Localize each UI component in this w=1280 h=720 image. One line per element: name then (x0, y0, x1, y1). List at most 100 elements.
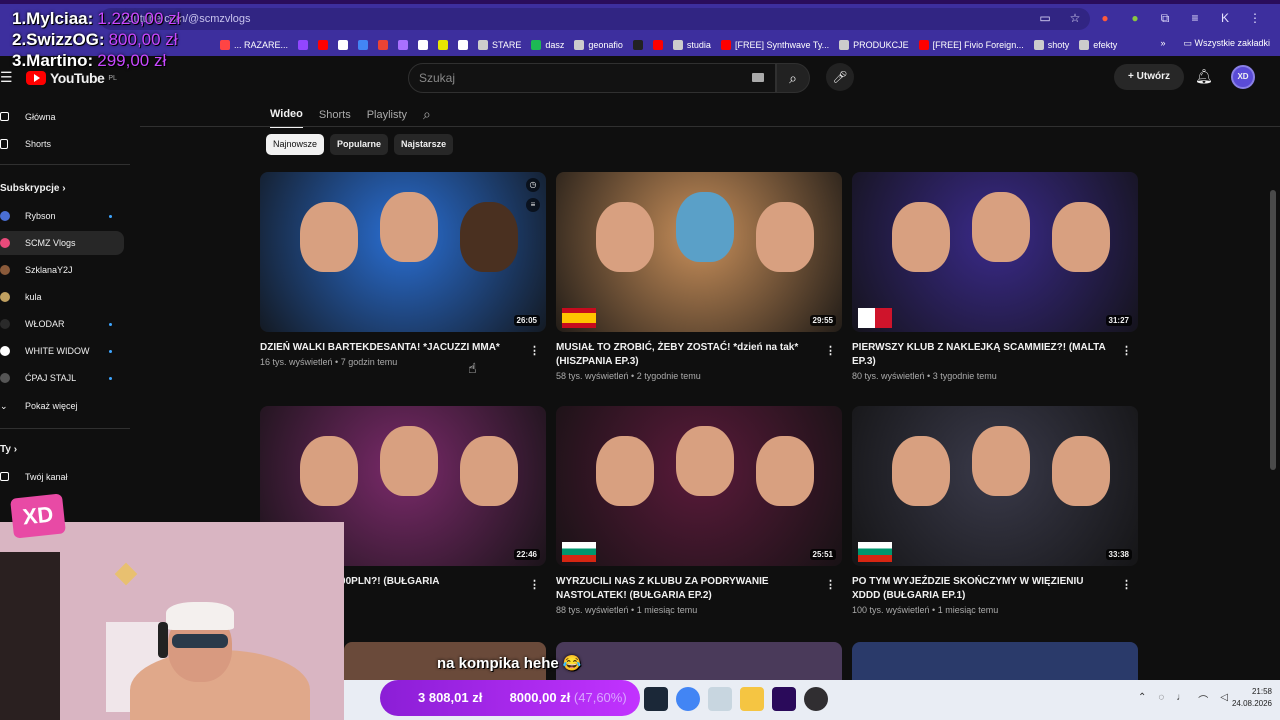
video-title[interactable]: DZIEŃ WALKI BARTEKDESANTA! *JACUZZI MMA* (260, 341, 522, 355)
sidebar-subscription[interactable]: ĆPAJ STAJL (0, 366, 124, 390)
profile-icon[interactable]: K (1216, 9, 1234, 27)
bookmark-item[interactable] (418, 40, 429, 50)
extension-red-icon[interactable]: ● (1096, 9, 1114, 27)
video-title[interactable]: PIERWSZY KLUB Z NAKLEJKĄ SCAMMIEZ?! (MAL… (852, 341, 1114, 369)
tray-volume-icon[interactable]: ◁ (1220, 692, 1228, 707)
all-bookmarks-button[interactable]: ▭ Wszystkie zakładki (1183, 38, 1270, 49)
video-menu-kebab-icon[interactable]: ⋮ (529, 344, 540, 357)
bookmark-item[interactable] (458, 40, 469, 50)
bookmark-item[interactable]: geonafio (574, 40, 623, 50)
bookmark-item[interactable] (652, 40, 663, 50)
notepad-icon[interactable] (708, 687, 732, 711)
video-title[interactable]: WYRZUCILI NAS Z KLUBU ZA PODRYWANIE NAST… (556, 575, 818, 603)
bookmark-item[interactable] (438, 40, 449, 50)
sidebar-item-shorts[interactable]: Shorts (0, 132, 124, 156)
video-thumbnail[interactable]: 33:38 (852, 406, 1138, 566)
extension-green-icon[interactable]: ● (1126, 9, 1144, 27)
search-button[interactable]: ⌕ (776, 63, 810, 93)
bookmark-item[interactable] (298, 40, 309, 50)
sidebar-item-your-channel[interactable]: Twój kanał (0, 465, 124, 489)
add-to-queue-icon[interactable]: ≡ (526, 198, 540, 212)
chip-popular[interactable]: Popularne (330, 134, 389, 155)
chip-oldest[interactable]: Najstarsze (394, 134, 454, 155)
video-menu-kebab-icon[interactable]: ⋮ (825, 578, 836, 591)
bookmark-item[interactable] (398, 40, 409, 50)
extensions-icon[interactable]: ⧉ (1156, 9, 1174, 27)
voice-search-button[interactable]: 🎤︎ (826, 63, 854, 91)
tray-mic-icon[interactable]: ♩ (1176, 692, 1186, 707)
page-scrollbar[interactable] (1270, 190, 1276, 470)
watch-later-icon[interactable]: ◷ (526, 178, 540, 192)
bookmark-item[interactable] (378, 40, 389, 50)
video-card[interactable]: 29:55 MUSIAŁ TO ZROBIĆ, ŻEBY ZOSTAĆ! *dzi… (556, 172, 842, 381)
tray-network-icon[interactable]: ◌ (1158, 692, 1164, 707)
steam-icon[interactable] (644, 687, 668, 711)
bookmark-item[interactable]: PRODUKCJE (839, 40, 909, 50)
bookmark-item[interactable]: STARE (478, 40, 521, 50)
sidebar-item-home[interactable]: Główna (0, 105, 124, 129)
video-menu-kebab-icon[interactable]: ⋮ (1121, 344, 1132, 357)
video-thumbnail[interactable]: ◷ ≡ 26:05 (260, 172, 546, 332)
bookmark-item[interactable] (632, 40, 643, 50)
video-card[interactable]: 33:38 PO TYM WYJEŹDZIE SKOŃCZYMY W WIĘZIE… (852, 406, 1138, 615)
create-button[interactable]: + Utwórz (1114, 64, 1184, 90)
star-icon[interactable]: ☆ (1066, 9, 1084, 27)
bookmark-item[interactable] (338, 40, 349, 50)
cast-icon[interactable]: ▭ (1036, 9, 1054, 27)
video-card[interactable]: 31:27 PIERWSZY KLUB Z NAKLEJKĄ SCAMMIEZ?!… (852, 172, 1138, 381)
tab-playlists[interactable]: Playlisty (367, 109, 407, 127)
hamburger-menu-icon[interactable]: ☰ (0, 69, 13, 86)
bookmark-item[interactable]: studia (672, 40, 711, 50)
bookmark-item[interactable]: [FREE] Synthwave Ty... (720, 40, 829, 50)
bookmark-item[interactable]: dasz (531, 40, 564, 50)
video-menu-kebab-icon[interactable]: ⋮ (1121, 578, 1132, 591)
video-card[interactable]: ◷ ≡ 26:05 DZIEŃ WALKI BARTEKDESANTA! *JACUZ… (260, 172, 546, 367)
video-title[interactable]: MUSIAŁ TO ZROBIĆ, ŻEBY ZOSTAĆ! *dzień na… (556, 341, 818, 369)
account-avatar[interactable]: XD (1231, 65, 1255, 89)
video-thumbnail[interactable]: 29:55 (556, 172, 842, 332)
bookmark-item[interactable]: ... RAZARE... (220, 40, 288, 50)
video-thumbnail[interactable]: 25:51 (556, 406, 842, 566)
file-explorer-icon[interactable] (740, 687, 764, 711)
show-more-button[interactable]: ⌄ Pokaż więcej (0, 394, 124, 418)
video-thumbnail-row3-2[interactable] (556, 642, 842, 682)
bookmark-item[interactable]: shoty (1033, 40, 1069, 50)
tab-search-icon[interactable]: ≡ (1186, 9, 1204, 27)
search-input[interactable]: Szukaj (408, 63, 776, 93)
video-card[interactable]: 25:51 WYRZUCILI NAS Z KLUBU ZA PODRYWANIE… (556, 406, 842, 615)
thumbnail-person (460, 202, 518, 272)
bookmark-item[interactable]: [FREE] Fivio Foreign... (918, 40, 1024, 50)
keyboard-icon[interactable] (752, 73, 764, 82)
chip-newest[interactable]: Najnowsze (266, 134, 325, 155)
bookmark-item[interactable] (318, 40, 329, 50)
sidebar-subscription[interactable]: SzklanaY2J (0, 258, 124, 282)
bookmark-item[interactable]: efekty (1079, 40, 1117, 50)
tab-videos[interactable]: Wideo (270, 108, 303, 128)
tray-chevron-icon[interactable]: ⌃ (1138, 692, 1146, 707)
address-bar[interactable]: youtube.com/@scmzvlogs (100, 8, 1090, 30)
bookmark-label: STARE (492, 40, 522, 50)
youtube-logo[interactable]: YouTube PL (26, 70, 117, 86)
chrome-icon[interactable] (676, 687, 700, 711)
sidebar-subscription[interactable]: WŁODAR (0, 312, 124, 336)
sidebar-subscription[interactable]: kula (0, 285, 124, 309)
taskbar-clock[interactable]: 21:58 24.08.2026 (1232, 686, 1272, 710)
premiere-icon[interactable] (772, 687, 796, 711)
video-thumbnail-row3-3[interactable] (852, 642, 1138, 682)
video-menu-kebab-icon[interactable]: ⋮ (825, 344, 836, 357)
bookmark-item[interactable] (358, 40, 369, 50)
sidebar-subscription[interactable]: Rybson (0, 204, 124, 228)
bookmarks-more-button[interactable]: » (1160, 38, 1165, 49)
menu-kebab-icon[interactable]: ⋮ (1246, 9, 1264, 27)
you-header[interactable]: Ty › (0, 444, 17, 455)
notifications-bell-icon[interactable]: 🔔︎ (1195, 68, 1213, 85)
obs-icon[interactable] (804, 687, 828, 711)
subscriptions-header[interactable]: Subskrypcje › (0, 183, 66, 194)
tab-shorts[interactable]: Shorts (319, 109, 351, 127)
video-title[interactable]: PO TYM WYJEŹDZIE SKOŃCZYMY W WIĘZIENIU X… (852, 575, 1114, 603)
sidebar-subscription[interactable]: SCMZ Vlogs (0, 231, 124, 255)
video-menu-kebab-icon[interactable]: ⋮ (529, 578, 540, 591)
tray-wifi-icon[interactable]: ⌒ (1198, 692, 1208, 707)
sidebar-subscription[interactable]: WHITE WIDOW (0, 339, 124, 363)
video-thumbnail[interactable]: 31:27 (852, 172, 1138, 332)
